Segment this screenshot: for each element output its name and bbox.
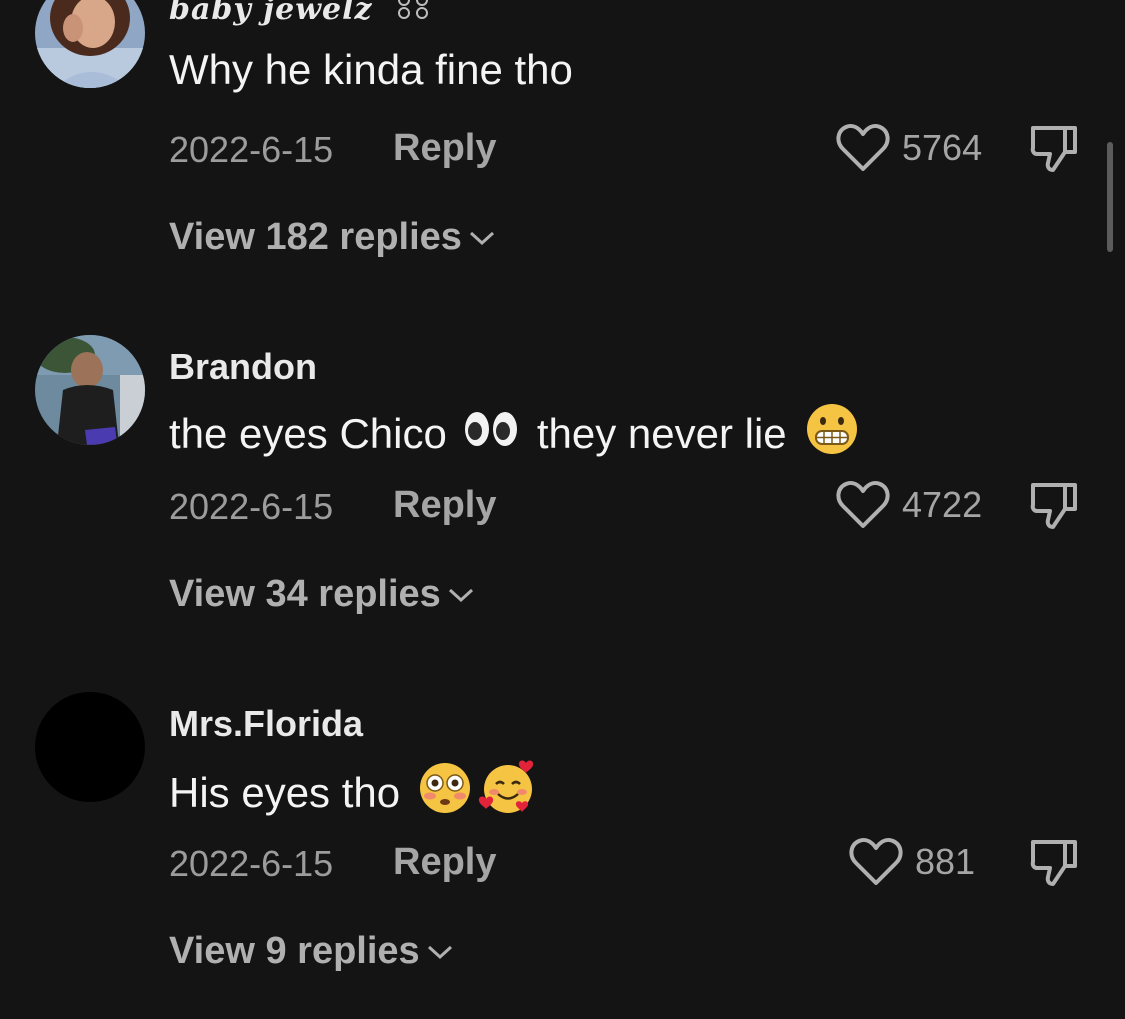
- comment-text-content: Why he kinda fine tho: [169, 46, 573, 93]
- view-replies-button[interactable]: View 9 replies: [169, 930, 454, 973]
- dislike-button[interactable]: [1027, 479, 1081, 533]
- grimacing-face-emoji-icon: [805, 402, 859, 466]
- chevron-down-icon: [448, 588, 473, 602]
- comments-panel: baby jewelz Why he kinda fine tho 2022-6…: [0, 0, 1125, 1019]
- comment-date: 2022-6-15: [169, 129, 334, 170]
- reply-button[interactable]: Reply: [393, 841, 496, 884]
- comment-date: 2022-6-15: [169, 843, 334, 884]
- like-count: 4722: [902, 484, 983, 525]
- comment-text: Why he kinda fine tho: [169, 46, 573, 94]
- dislike-button[interactable]: [1027, 122, 1081, 176]
- heart-outline-icon: [849, 837, 903, 885]
- view-replies-button[interactable]: View 34 replies: [169, 573, 475, 616]
- scrollbar[interactable]: [1107, 142, 1113, 252]
- like-button[interactable]: 4722: [836, 480, 982, 530]
- thumbs-down-icon: [1030, 483, 1077, 529]
- heart-outline-icon: [836, 480, 890, 528]
- comment-text-content: His eyes tho: [169, 769, 401, 816]
- avatar[interactable]: [35, 0, 145, 88]
- view-replies-button[interactable]: View 182 replies: [169, 216, 496, 259]
- view-replies-label: View 34 replies: [169, 573, 441, 615]
- flushed-face-emoji-icon: [418, 761, 472, 825]
- comment-text: His eyes tho: [169, 759, 544, 827]
- reply-button[interactable]: Reply: [393, 127, 496, 170]
- chevron-down-icon: [427, 945, 452, 959]
- comment-text-content: the eyes Chico: [169, 410, 447, 457]
- comment-text-content: they never lie: [536, 410, 787, 457]
- like-button[interactable]: 881: [849, 837, 975, 887]
- thumbs-down-icon: [1030, 840, 1077, 886]
- like-button[interactable]: 5764: [836, 123, 982, 173]
- chevron-down-icon: [469, 231, 494, 245]
- smiling-face-with-hearts-emoji-icon: [478, 759, 538, 827]
- avatar[interactable]: [35, 335, 145, 445]
- view-replies-label: View 182 replies: [169, 216, 462, 258]
- thumbs-down-icon: [1030, 126, 1077, 172]
- heart-outline-icon: [836, 123, 890, 171]
- comment-username[interactable]: Brandon: [169, 346, 317, 388]
- comment-text: the eyes Chico they never lie: [169, 402, 865, 466]
- like-count: 5764: [902, 127, 983, 168]
- avatar[interactable]: [35, 692, 145, 802]
- like-count: 881: [915, 841, 976, 882]
- username-text: baby jewelz: [169, 0, 373, 27]
- comment-date: 2022-6-15: [169, 486, 334, 527]
- comment-username[interactable]: baby jewelz: [169, 0, 434, 30]
- eyes-emoji-icon: [463, 409, 519, 459]
- chain-icon: [394, 0, 434, 30]
- comment-username[interactable]: Mrs.Florida: [169, 703, 363, 745]
- view-replies-label: View 9 replies: [169, 930, 420, 972]
- dislike-button[interactable]: [1027, 836, 1081, 890]
- reply-button[interactable]: Reply: [393, 484, 496, 527]
